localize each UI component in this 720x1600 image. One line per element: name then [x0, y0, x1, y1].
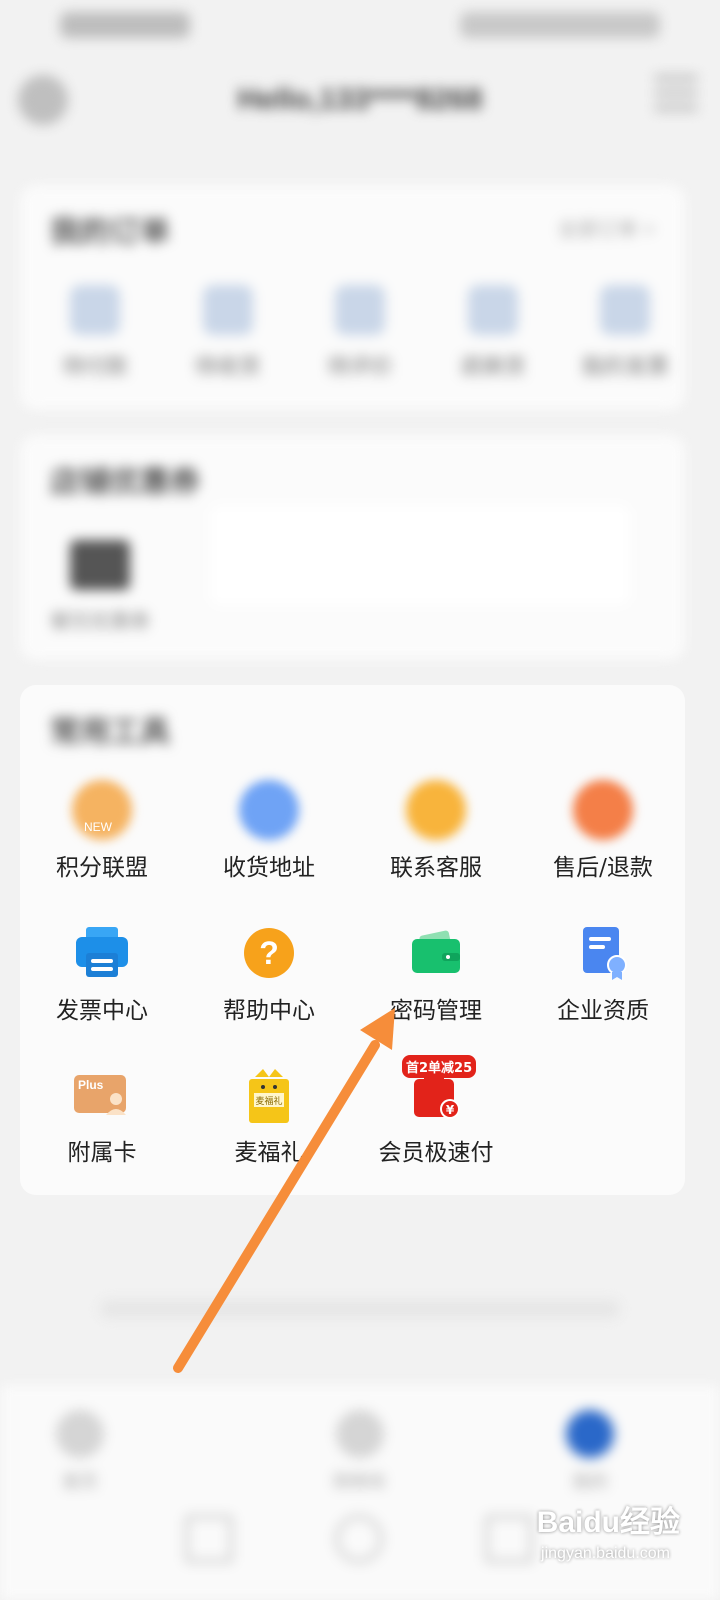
top-bar: Hello,133****8268 — [0, 55, 720, 145]
gift-icon: 麦福礼 — [239, 1065, 299, 1125]
tool-customer-service[interactable]: 联系客服 — [351, 780, 521, 882]
tool-after-sales[interactable]: 售后/退款 — [518, 780, 688, 882]
cart-icon — [336, 1410, 384, 1458]
nav-mine[interactable]: 我的 — [530, 1410, 650, 1494]
order-pending-payment[interactable]: 待付款 — [40, 285, 150, 381]
order-label: 我的发票 — [580, 354, 669, 379]
coupon-label: 餐饮优惠券 — [50, 611, 150, 633]
order-label: 待评价 — [326, 354, 393, 379]
refund-icon — [573, 780, 633, 840]
promo-banner[interactable] — [210, 505, 630, 605]
order-pending-review[interactable]: 待评价 — [305, 285, 415, 381]
recents-icon[interactable] — [485, 1515, 533, 1563]
menu-icon[interactable] — [654, 75, 698, 125]
promo-tag: 首2单减25 — [402, 1055, 477, 1078]
order-label: 待收货 — [194, 354, 261, 379]
plus-badge: Plus — [78, 1078, 104, 1092]
orders-title: 我的订单 — [50, 216, 170, 249]
status-left-info — [60, 12, 190, 38]
greeting-text: Hello,133****8268 — [237, 83, 483, 116]
certificate-icon — [573, 923, 633, 983]
tool-points-alliance[interactable]: NEW 积分联盟 — [17, 780, 187, 882]
tool-label: 会员极速付 — [378, 1140, 494, 1166]
question-icon: ? — [239, 923, 299, 983]
tool-label: 收货地址 — [223, 855, 315, 881]
tool-label: 积分联盟 — [56, 855, 148, 881]
tool-label: 企业资质 — [557, 998, 649, 1024]
order-label: 待付款 — [61, 354, 128, 379]
tool-label: 帮助中心 — [223, 998, 315, 1024]
footer-note — [100, 1300, 620, 1318]
order-icon — [467, 285, 518, 335]
printer-icon — [72, 923, 132, 983]
tool-password-management[interactable]: 密码管理 — [351, 923, 521, 1025]
home-button-icon[interactable] — [335, 1515, 383, 1563]
svg-text:?: ? — [259, 935, 279, 971]
watermark-url: jingyan.baidu.com — [541, 1545, 670, 1562]
order-invoice[interactable]: 我的发票 — [570, 285, 680, 381]
wallet-icon — [406, 923, 466, 983]
order-icon — [202, 285, 253, 335]
orders-card: 我的订单 全部订单 > 待付款 待收货 待评价 退换货 我的发票 — [20, 185, 685, 410]
new-badge: NEW — [84, 820, 112, 834]
order-label: 退换货 — [459, 354, 526, 379]
customer-service-icon — [406, 780, 466, 840]
tool-help-center[interactable]: ? 帮助中心 — [184, 923, 354, 1025]
order-pending-receipt[interactable]: 待收货 — [173, 285, 283, 381]
gift-badge: 麦福礼 — [255, 1095, 282, 1107]
tools-grid: NEW 积分联盟 收货地址 联系客服 售后/退款 发票中心 ? 帮助中心 密码管… — [20, 685, 685, 1195]
watermark: Baidu经验 — [536, 1506, 680, 1539]
order-icon — [70, 285, 120, 335]
status-bar — [0, 0, 720, 50]
fast-pay-icon: ¥ 首2单减25 — [402, 1055, 477, 1125]
bottom-nav: 首页 购物车 我的 — [0, 1385, 720, 1600]
nav-cart[interactable]: 购物车 — [300, 1410, 420, 1494]
tool-invoice-center[interactable]: 发票中心 — [17, 923, 187, 1025]
home-icon — [56, 1410, 104, 1458]
profile-icon — [566, 1410, 614, 1458]
location-icon — [239, 780, 299, 840]
back-icon[interactable] — [185, 1515, 233, 1563]
nav-label: 首页 — [62, 1472, 98, 1492]
tool-enterprise-qualification[interactable]: 企业资质 — [518, 923, 688, 1025]
tool-label: 发票中心 — [56, 998, 148, 1024]
tool-label: 密码管理 — [390, 998, 482, 1024]
tool-label: 附属卡 — [67, 1140, 137, 1166]
nav-label: 购物车 — [333, 1472, 387, 1492]
points-icon: NEW — [72, 780, 132, 840]
tool-mai-fu-li[interactable]: 麦福礼 麦福礼 — [184, 1065, 354, 1167]
tool-label: 联系客服 — [390, 855, 482, 881]
tool-supplementary-card[interactable]: Plus 附属卡 — [17, 1065, 187, 1167]
all-orders-link[interactable]: 全部订单 > — [558, 213, 655, 242]
promo-card: 店铺优惠券 餐饮优惠券 — [20, 435, 685, 660]
coupon-thumbnail[interactable] — [70, 540, 130, 590]
promo-title: 店铺优惠券 — [50, 466, 200, 499]
tool-label: 售后/退款 — [553, 855, 653, 881]
tool-member-fast-pay[interactable]: ¥ 首2单减25 会员极速付 — [351, 1055, 521, 1167]
order-icon — [600, 285, 650, 335]
plus-card-icon: Plus — [72, 1065, 132, 1125]
tool-shipping-address[interactable]: 收货地址 — [184, 780, 354, 882]
nav-label: 我的 — [572, 1472, 608, 1492]
order-icon — [335, 285, 385, 335]
tools-card: 常用工具 NEW 积分联盟 收货地址 联系客服 售后/退款 发票中心 ? 帮助中… — [20, 685, 685, 1195]
tool-label: 麦福礼 — [234, 1140, 304, 1166]
svg-text:¥: ¥ — [446, 1103, 455, 1117]
order-returns[interactable]: 退换货 — [438, 285, 548, 381]
status-right-info — [460, 12, 660, 38]
nav-home[interactable]: 首页 — [20, 1410, 140, 1494]
orders-row: 待付款 待收货 待评价 退换货 我的发票 — [40, 285, 680, 381]
